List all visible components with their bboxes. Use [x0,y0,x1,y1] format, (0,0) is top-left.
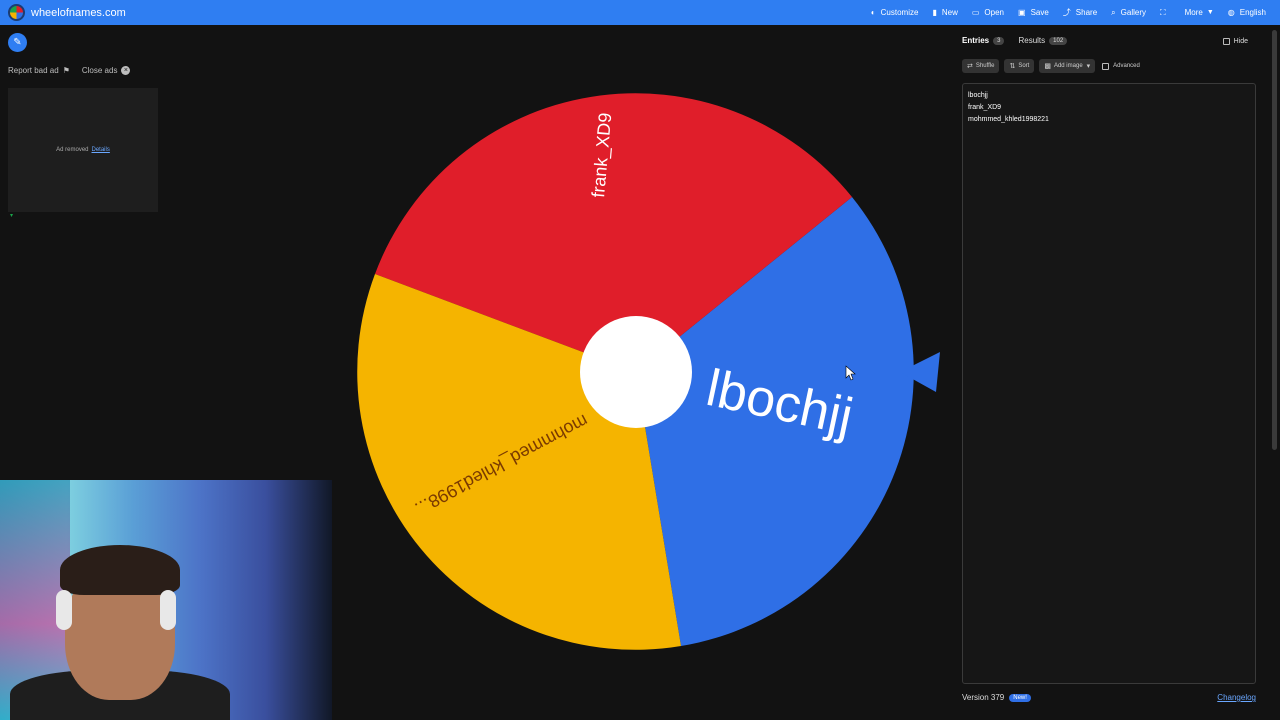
version-info: Version 379 New! [962,693,1031,702]
customize-label: Customize [880,8,919,17]
shuffle-button[interactable]: ⇄ Shuffle [962,59,1000,73]
sort-button[interactable]: ⇅ Sort [1004,59,1035,73]
share-button[interactable]: ⤴ Share [1063,7,1097,18]
hide-label: Hide [1233,38,1248,45]
share-icon: ⤴ [1062,8,1071,17]
customize-button[interactable]: ◐ Customize [871,8,919,17]
advanced-label: Advanced [1113,63,1140,69]
ad-removed-text: Ad removed [56,147,89,153]
brand[interactable]: wheelofnames.com [8,4,126,21]
gallery-label: Gallery [1120,8,1146,17]
entries-toolbar: ⇄ Shuffle ⇅ Sort ▩ Add image ▾ Advanced [962,59,1140,73]
save-label: Save [1030,8,1049,17]
hide-toggle[interactable]: Hide [1222,38,1248,45]
file-icon: ▮ [932,8,937,17]
advanced-toggle[interactable]: Advanced [1102,62,1140,70]
panel-tabs: Entries 3 Results 102 [962,36,1081,45]
top-navbar: wheelofnames.com ◐ Customize ▮ New ▭ Ope… [0,0,1280,25]
gallery-button[interactable]: ⌕ Gallery [1111,8,1146,18]
presenter-hair [60,545,180,595]
webcam-overlay [0,480,332,720]
more-button[interactable]: More ▼ [1185,8,1214,17]
ad-marker-icon: ▾ [10,213,14,219]
open-label: Open [984,8,1004,17]
new-button[interactable]: ▮ New [932,8,957,17]
close-ads-link[interactable]: Close ads [82,66,118,75]
entry-line: frank_XD9 [968,104,1002,111]
tab-results[interactable]: Results 102 [1018,36,1068,45]
entries-textarea[interactable]: lbochjj frank_XD9 mohmmed_khled1998221 [962,83,1256,684]
hide-checkbox[interactable] [1222,38,1230,45]
top-menu: ◐ Customize ▮ New ▭ Open ▣ Save ⤴ Share … [871,0,1280,25]
globe-icon: ◍ [1227,8,1235,17]
wheel-logo-icon [8,4,25,21]
entry-line: lbochjj [968,92,988,99]
new-badge: New! [1009,693,1031,702]
search-icon: ⌕ [1111,7,1116,17]
entries-panel: Entries 3 Results 102 Hide ⇄ Shuffle ⇅ S… [955,30,1265,716]
image-icon: ▩ [1044,63,1051,70]
flag-icon: ⚑ [62,66,70,75]
add-image-label: Add image [1053,63,1083,69]
share-label: Share [1075,8,1098,17]
tab-results-label: Results [1018,36,1046,45]
version-text: Version 379 [962,693,1005,702]
pencil-icon: ✎ [13,37,22,48]
edit-button[interactable]: ✎ [8,33,27,52]
add-image-button[interactable]: ▩ Add image ▾ [1039,59,1096,73]
ad-controls: Report bad ad ⚑ Close ads × [8,66,134,75]
results-count-badge: 102 [1049,36,1068,45]
shuffle-icon: ⇄ [967,63,973,70]
advanced-checkbox[interactable] [1102,62,1110,70]
open-button[interactable]: ▭ Open [972,8,1004,17]
language-label: English [1239,8,1266,17]
more-label: More [1184,8,1203,17]
entry-line: mohmmed_khled1998221 [968,116,1049,123]
new-label: New [941,8,958,17]
headset-left [56,590,72,630]
fullscreen-icon: ⛶ [1159,7,1166,17]
wheel-area: lbochjj frank_XD9 mohmmed_khled1998... [340,26,950,720]
sort-label: Sort [1018,63,1030,69]
language-button[interactable]: ◍ English [1228,8,1266,17]
folder-icon: ▭ [971,8,980,17]
close-icon[interactable]: × [121,66,131,75]
changelog-link[interactable]: Changelog [1217,693,1256,702]
sort-icon: ⇅ [1009,63,1016,70]
headset-right [160,590,176,630]
fullscreen-button[interactable]: ⛶ [1160,8,1171,18]
palette-icon: ◐ [870,8,876,17]
report-ad-link[interactable]: Report bad ad [8,66,59,75]
chevron-down-icon: ▼ [1206,9,1214,16]
spin-wheel[interactable]: lbochjj frank_XD9 mohmmed_khled1998... [340,26,950,720]
ad-placeholder: Ad removed Details [8,88,158,212]
tab-entries-label: Entries [962,36,990,45]
save-icon: ▣ [1018,8,1026,17]
entries-count-badge: 3 [993,36,1005,45]
ad-details-link[interactable]: Details [92,147,110,153]
page-scrollbar[interactable] [1272,30,1277,450]
shuffle-label: Shuffle [975,63,995,69]
save-button[interactable]: ▣ Save [1018,8,1049,17]
chevron-down-icon: ▾ [1086,63,1091,70]
wheel-hub [580,316,692,428]
site-name: wheelofnames.com [31,6,126,19]
tab-entries[interactable]: Entries 3 [962,36,1005,45]
